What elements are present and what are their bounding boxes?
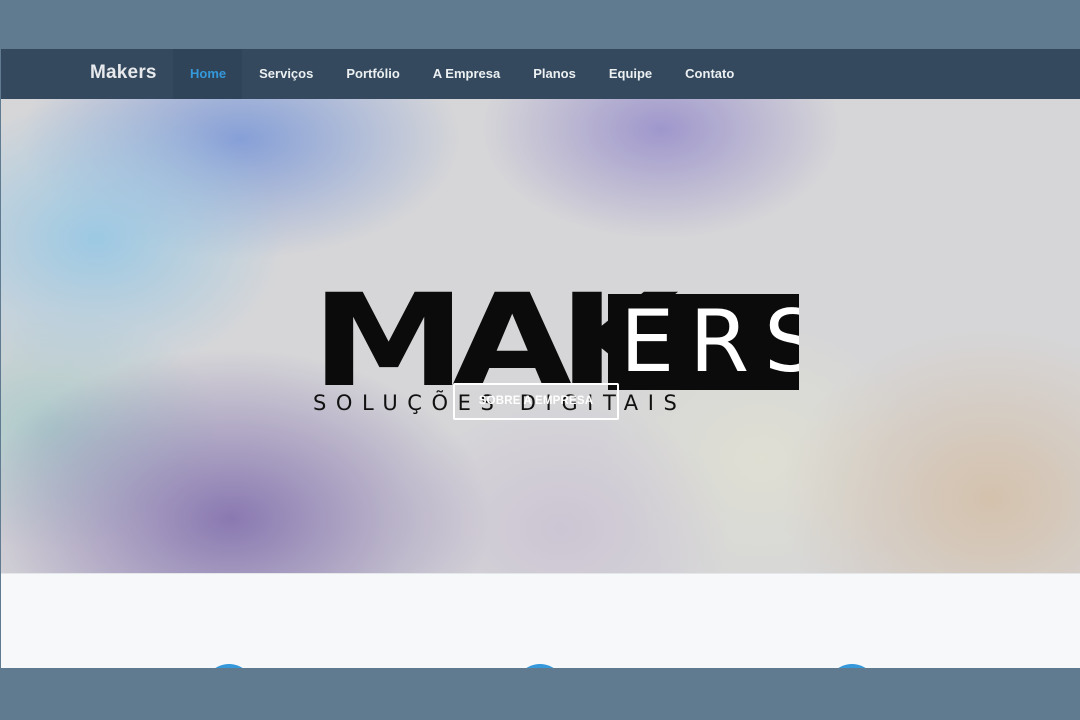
top-navbar: Makers Home Serviços Portfólio A Empresa… bbox=[1, 49, 1080, 99]
nav-item-servicos[interactable]: Serviços bbox=[242, 49, 329, 99]
nav-item-planos[interactable]: Planos bbox=[516, 49, 592, 99]
nav-item-portfolio[interactable]: Portfólio bbox=[329, 49, 415, 99]
brand-link[interactable]: Makers bbox=[90, 62, 157, 84]
browser-viewport: Makers Home Serviços Portfólio A Empresa… bbox=[1, 49, 1080, 668]
logo-text-ers-box: ERS bbox=[608, 294, 799, 390]
nav-item-equipe[interactable]: Equipe bbox=[592, 49, 668, 99]
feature-icon bbox=[204, 664, 254, 668]
nav-item-home[interactable]: Home bbox=[173, 49, 243, 99]
hero-section: MAK ERS SOLUÇÕES DIGITAIS SOBRE A EMPRES… bbox=[1, 99, 1080, 573]
nav-item-a-empresa[interactable]: A Empresa bbox=[416, 49, 516, 99]
features-section bbox=[1, 573, 1080, 668]
makers-logo: MAK ERS bbox=[311, 278, 799, 406]
feature-icon bbox=[515, 664, 565, 668]
sobre-a-empresa-button[interactable]: SOBRE A EMPRESA bbox=[453, 383, 619, 420]
nav-item-contato[interactable]: Contato bbox=[668, 49, 750, 99]
nav-menu: Home Serviços Portfólio A Empresa Planos… bbox=[173, 49, 750, 99]
feature-icon bbox=[827, 664, 877, 668]
logo-text-ers: ERS bbox=[620, 294, 799, 390]
